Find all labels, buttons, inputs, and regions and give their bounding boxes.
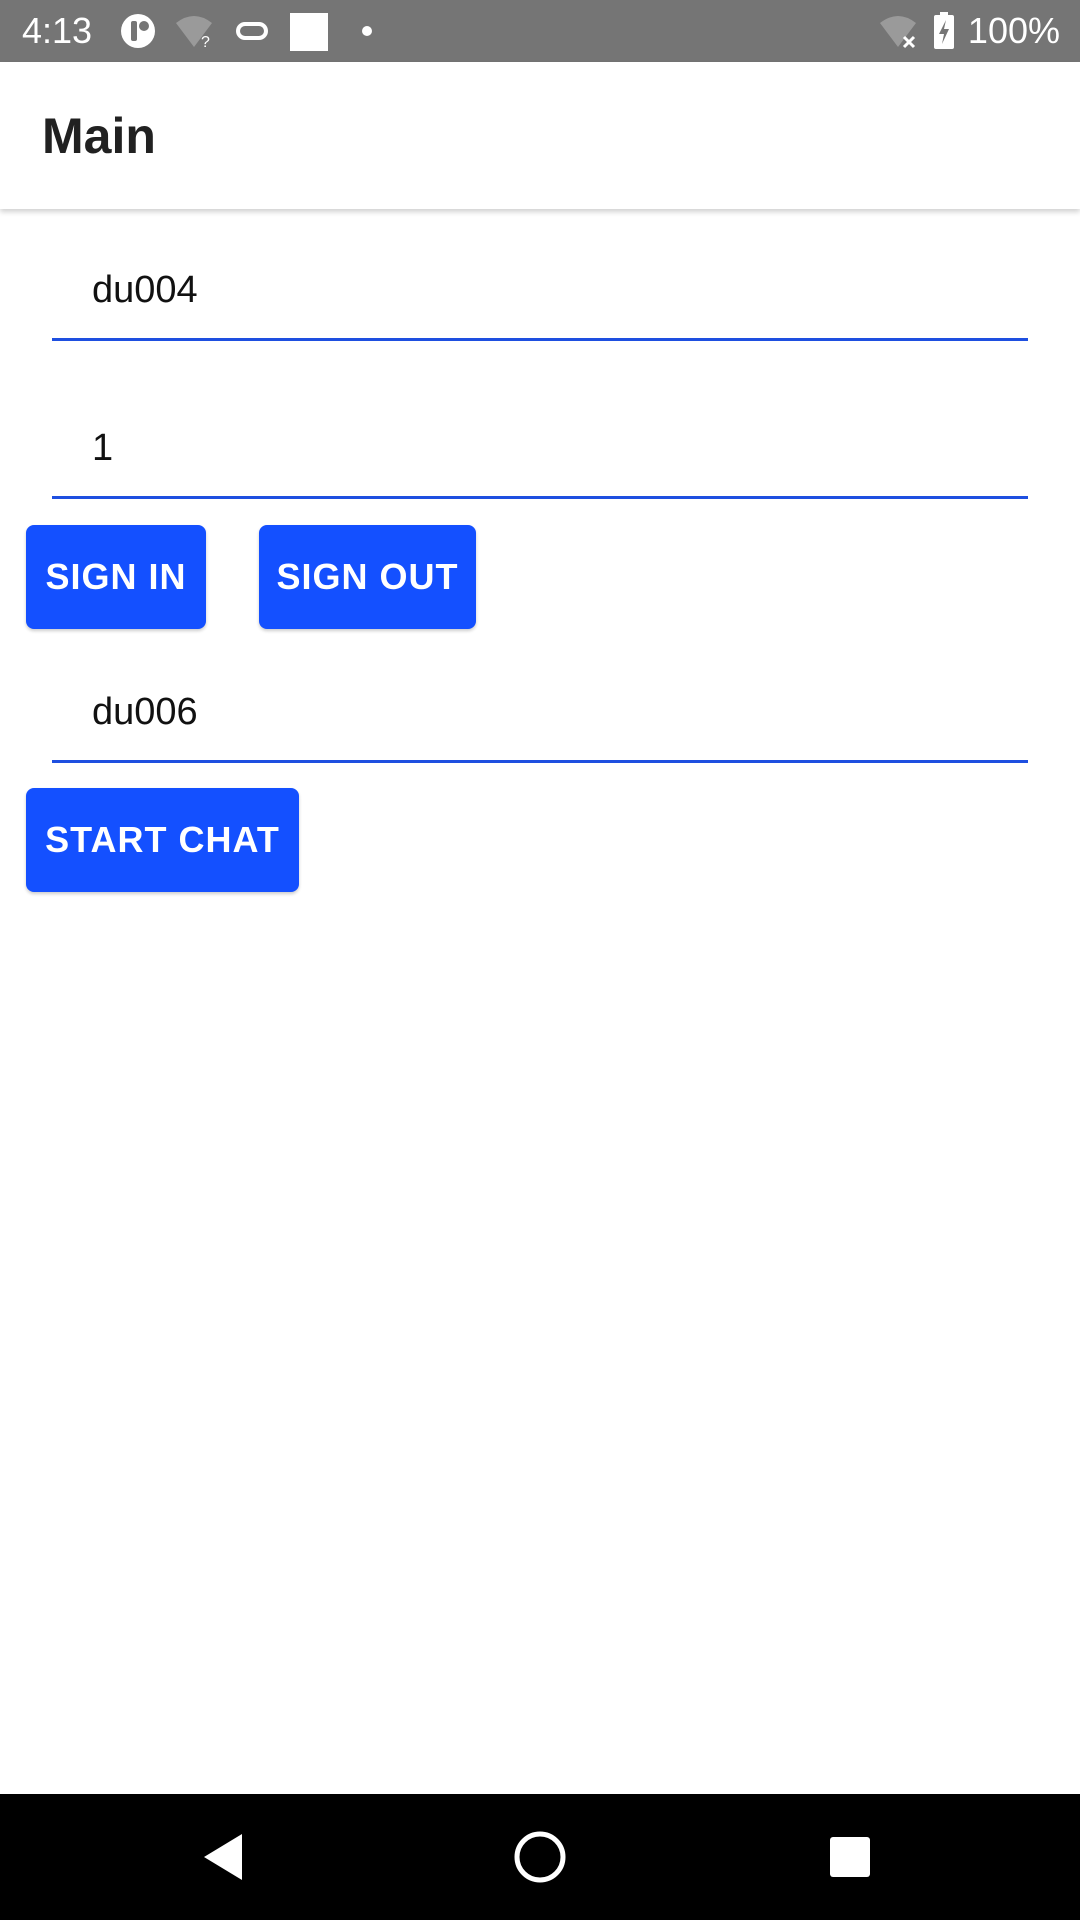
status-time: 4:13 (22, 10, 93, 51)
square-icon (290, 13, 328, 51)
username-value: du004 (92, 269, 198, 311)
username-field[interactable]: du004 (52, 258, 1028, 341)
battery-percent: 100% (967, 10, 1060, 51)
wifi-question-icon: ? (176, 16, 212, 51)
password-field[interactable]: 1 (52, 416, 1028, 499)
home-icon[interactable] (507, 1824, 573, 1890)
password-value: 1 (92, 427, 114, 469)
pill-icon (236, 22, 268, 40)
recents-icon[interactable] (817, 1824, 883, 1890)
dot-icon (362, 26, 372, 36)
navigation-bar (0, 1794, 1080, 1920)
status-bar: 4:13 ? 100% (0, 0, 1080, 62)
screen: 4:13 ? 100% Main du004 1 SIGN IN SIGN OU… (0, 0, 1080, 1920)
wifi-off-icon (880, 16, 916, 49)
page-title: Main (42, 108, 156, 164)
back-icon[interactable] (192, 1824, 258, 1890)
start-chat-button[interactable]: START CHAT (26, 788, 299, 892)
sign-out-button[interactable]: SIGN OUT (259, 525, 476, 629)
svg-text:?: ? (201, 34, 210, 51)
battery-charging-icon (934, 12, 954, 49)
app-bar: Main (0, 62, 1080, 209)
sign-in-button[interactable]: SIGN IN (26, 525, 206, 629)
app-notification-icon (121, 14, 155, 48)
chat-target-field[interactable]: du006 (52, 680, 1028, 763)
chat-target-value: du006 (92, 691, 198, 733)
